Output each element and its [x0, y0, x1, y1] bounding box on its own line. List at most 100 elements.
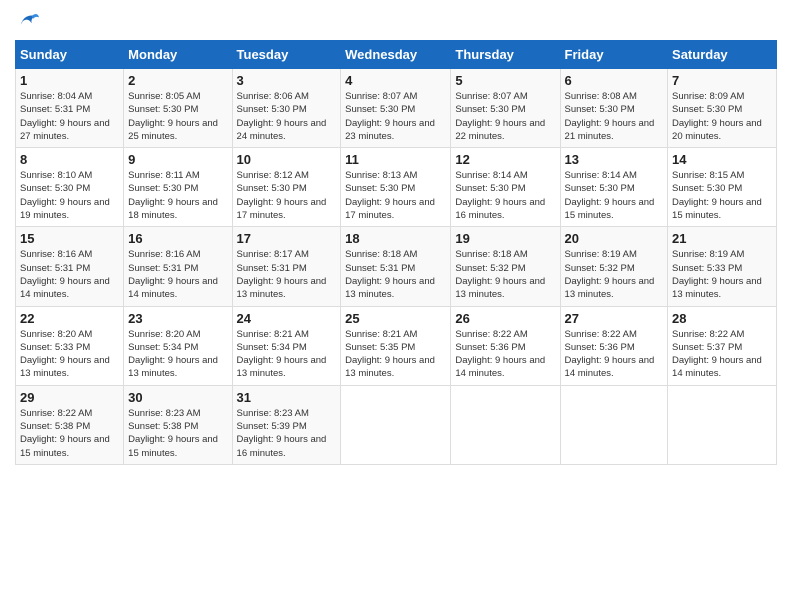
day-number: 25: [345, 311, 446, 326]
calendar-cell: 23 Sunrise: 8:20 AMSunset: 5:34 PMDayligh…: [124, 306, 232, 385]
day-detail: Sunrise: 8:14 AMSunset: 5:30 PMDaylight:…: [455, 169, 555, 222]
calendar-cell: 16 Sunrise: 8:16 AMSunset: 5:31 PMDayligh…: [124, 227, 232, 306]
day-detail: Sunrise: 8:23 AMSunset: 5:39 PMDaylight:…: [237, 407, 337, 460]
day-number: 27: [565, 311, 664, 326]
calendar-cell: 2 Sunrise: 8:05 AMSunset: 5:30 PMDaylight…: [124, 69, 232, 148]
day-number: 12: [455, 152, 555, 167]
day-detail: Sunrise: 8:09 AMSunset: 5:30 PMDaylight:…: [672, 90, 772, 143]
week-row-3: 15Sunrise: 8:16 AMSunset: 5:31 PMDayligh…: [16, 227, 777, 306]
week-row-4: 22 Sunrise: 8:20 AMSunset: 5:33 PMDayligh…: [16, 306, 777, 385]
day-detail: Sunrise: 8:18 AMSunset: 5:31 PMDaylight:…: [345, 248, 446, 301]
day-detail: Sunrise: 8:19 AMSunset: 5:33 PMDaylight:…: [672, 248, 772, 301]
header-tuesday: Tuesday: [232, 41, 341, 69]
day-number: 5: [455, 73, 555, 88]
day-detail: Sunrise: 8:06 AMSunset: 5:30 PMDaylight:…: [237, 90, 337, 143]
calendar-cell: 8 Sunrise: 8:10 AMSunset: 5:30 PMDaylight…: [16, 148, 124, 227]
weekday-header-row: SundayMondayTuesdayWednesdayThursdayFrid…: [16, 41, 777, 69]
calendar-cell: 29 Sunrise: 8:22 AMSunset: 5:38 PMDayligh…: [16, 385, 124, 464]
calendar-cell: 15Sunrise: 8:16 AMSunset: 5:31 PMDayligh…: [16, 227, 124, 306]
week-row-1: 1 Sunrise: 8:04 AMSunset: 5:31 PMDaylight…: [16, 69, 777, 148]
day-number: 19: [455, 231, 555, 246]
logo-bird-icon: [17, 10, 39, 32]
header-thursday: Thursday: [451, 41, 560, 69]
calendar-cell: [451, 385, 560, 464]
day-number: 10: [237, 152, 337, 167]
day-number: 11: [345, 152, 446, 167]
day-detail: Sunrise: 8:21 AMSunset: 5:35 PMDaylight:…: [345, 328, 446, 381]
calendar-cell: 13 Sunrise: 8:14 AMSunset: 5:30 PMDayligh…: [560, 148, 668, 227]
day-detail: Sunrise: 8:21 AMSunset: 5:34 PMDaylight:…: [237, 328, 337, 381]
day-detail: Sunrise: 8:20 AMSunset: 5:33 PMDaylight:…: [20, 328, 119, 381]
calendar-cell: 26 Sunrise: 8:22 AMSunset: 5:36 PMDayligh…: [451, 306, 560, 385]
calendar-cell: 6Sunrise: 8:08 AMSunset: 5:30 PMDaylight…: [560, 69, 668, 148]
calendar-cell: [341, 385, 451, 464]
day-detail: Sunrise: 8:20 AMSunset: 5:34 PMDaylight:…: [128, 328, 227, 381]
day-number: 21: [672, 231, 772, 246]
calendar-cell: 19 Sunrise: 8:18 AMSunset: 5:32 PMDayligh…: [451, 227, 560, 306]
calendar-cell: 30 Sunrise: 8:23 AMSunset: 5:38 PMDayligh…: [124, 385, 232, 464]
calendar-cell: 22 Sunrise: 8:20 AMSunset: 5:33 PMDayligh…: [16, 306, 124, 385]
day-detail: Sunrise: 8:18 AMSunset: 5:32 PMDaylight:…: [455, 248, 555, 301]
calendar-cell: 1 Sunrise: 8:04 AMSunset: 5:31 PMDaylight…: [16, 69, 124, 148]
day-number: 16: [128, 231, 227, 246]
calendar-cell: 27 Sunrise: 8:22 AMSunset: 5:36 PMDayligh…: [560, 306, 668, 385]
day-number: 22: [20, 311, 119, 326]
day-detail: Sunrise: 8:08 AMSunset: 5:30 PMDaylight:…: [565, 90, 664, 143]
day-number: 30: [128, 390, 227, 405]
day-detail: Sunrise: 8:17 AMSunset: 5:31 PMDaylight:…: [237, 248, 337, 301]
day-detail: Sunrise: 8:22 AMSunset: 5:36 PMDaylight:…: [455, 328, 555, 381]
calendar-cell: 28 Sunrise: 8:22 AMSunset: 5:37 PMDayligh…: [668, 306, 777, 385]
day-number: 23: [128, 311, 227, 326]
header: [15, 10, 777, 32]
calendar-cell: 17 Sunrise: 8:17 AMSunset: 5:31 PMDayligh…: [232, 227, 341, 306]
calendar-cell: 21 Sunrise: 8:19 AMSunset: 5:33 PMDayligh…: [668, 227, 777, 306]
header-monday: Monday: [124, 41, 232, 69]
day-detail: Sunrise: 8:22 AMSunset: 5:36 PMDaylight:…: [565, 328, 664, 381]
day-number: 18: [345, 231, 446, 246]
day-detail: Sunrise: 8:04 AMSunset: 5:31 PMDaylight:…: [20, 90, 119, 143]
calendar-table: SundayMondayTuesdayWednesdayThursdayFrid…: [15, 40, 777, 465]
calendar-cell: 20Sunrise: 8:19 AMSunset: 5:32 PMDayligh…: [560, 227, 668, 306]
day-number: 1: [20, 73, 119, 88]
day-detail: Sunrise: 8:13 AMSunset: 5:30 PMDaylight:…: [345, 169, 446, 222]
day-detail: Sunrise: 8:16 AMSunset: 5:31 PMDaylight:…: [128, 248, 227, 301]
calendar-cell: 7 Sunrise: 8:09 AMSunset: 5:30 PMDaylight…: [668, 69, 777, 148]
day-detail: Sunrise: 8:11 AMSunset: 5:30 PMDaylight:…: [128, 169, 227, 222]
day-detail: Sunrise: 8:12 AMSunset: 5:30 PMDaylight:…: [237, 169, 337, 222]
day-number: 13: [565, 152, 664, 167]
day-detail: Sunrise: 8:19 AMSunset: 5:32 PMDaylight:…: [565, 248, 664, 301]
day-detail: Sunrise: 8:10 AMSunset: 5:30 PMDaylight:…: [20, 169, 119, 222]
day-number: 26: [455, 311, 555, 326]
header-wednesday: Wednesday: [341, 41, 451, 69]
day-number: 28: [672, 311, 772, 326]
calendar-cell: 9 Sunrise: 8:11 AMSunset: 5:30 PMDaylight…: [124, 148, 232, 227]
day-number: 8: [20, 152, 119, 167]
day-detail: Sunrise: 8:23 AMSunset: 5:38 PMDaylight:…: [128, 407, 227, 460]
calendar-cell: [668, 385, 777, 464]
day-number: 2: [128, 73, 227, 88]
calendar-cell: 10 Sunrise: 8:12 AMSunset: 5:30 PMDayligh…: [232, 148, 341, 227]
calendar-cell: 14 Sunrise: 8:15 AMSunset: 5:30 PMDayligh…: [668, 148, 777, 227]
day-number: 3: [237, 73, 337, 88]
day-number: 9: [128, 152, 227, 167]
day-detail: Sunrise: 8:16 AMSunset: 5:31 PMDaylight:…: [20, 248, 119, 301]
calendar-cell: 18 Sunrise: 8:18 AMSunset: 5:31 PMDayligh…: [341, 227, 451, 306]
calendar-cell: 25 Sunrise: 8:21 AMSunset: 5:35 PMDayligh…: [341, 306, 451, 385]
day-detail: Sunrise: 8:14 AMSunset: 5:30 PMDaylight:…: [565, 169, 664, 222]
day-detail: Sunrise: 8:07 AMSunset: 5:30 PMDaylight:…: [345, 90, 446, 143]
day-number: 24: [237, 311, 337, 326]
day-number: 4: [345, 73, 446, 88]
day-detail: Sunrise: 8:22 AMSunset: 5:37 PMDaylight:…: [672, 328, 772, 381]
day-detail: Sunrise: 8:05 AMSunset: 5:30 PMDaylight:…: [128, 90, 227, 143]
week-row-2: 8 Sunrise: 8:10 AMSunset: 5:30 PMDaylight…: [16, 148, 777, 227]
day-detail: Sunrise: 8:15 AMSunset: 5:30 PMDaylight:…: [672, 169, 772, 222]
day-number: 17: [237, 231, 337, 246]
header-saturday: Saturday: [668, 41, 777, 69]
calendar-cell: 3 Sunrise: 8:06 AMSunset: 5:30 PMDaylight…: [232, 69, 341, 148]
day-detail: Sunrise: 8:22 AMSunset: 5:38 PMDaylight:…: [20, 407, 119, 460]
calendar-cell: 31Sunrise: 8:23 AMSunset: 5:39 PMDayligh…: [232, 385, 341, 464]
day-number: 29: [20, 390, 119, 405]
day-number: 7: [672, 73, 772, 88]
calendar-cell: 4 Sunrise: 8:07 AMSunset: 5:30 PMDaylight…: [341, 69, 451, 148]
day-number: 14: [672, 152, 772, 167]
